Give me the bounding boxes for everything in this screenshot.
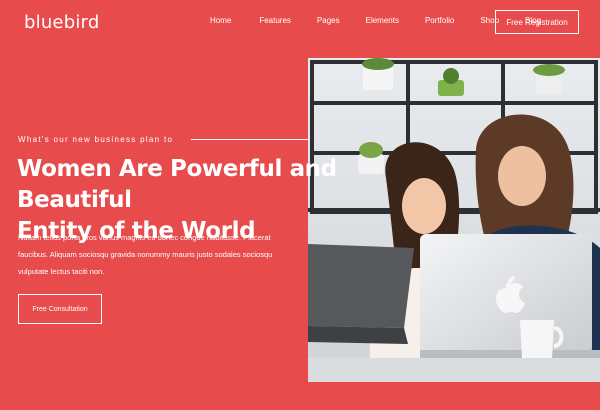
nav-item-portfolio[interactable]: Portfolio bbox=[425, 16, 454, 26]
hero-headline: Women Are Powerful and Beautiful Entity … bbox=[17, 154, 397, 247]
hero-description-line-2: faucibus. Aliquam sociosqu gravida nonum… bbox=[18, 250, 273, 259]
hero-description-line-3: vulputate lectus taciti non. bbox=[18, 267, 105, 276]
hero-eyebrow: What's our new business plan to bbox=[18, 135, 174, 144]
hero-headline-line-2: Entity of the World bbox=[17, 218, 256, 244]
nav-item-features[interactable]: Features bbox=[259, 16, 291, 26]
hero-headline-line-1: Women Are Powerful and Beautiful bbox=[17, 156, 337, 213]
nav-item-home[interactable]: Home bbox=[210, 16, 231, 26]
free-consultation-button[interactable]: Free Consultation bbox=[18, 294, 102, 324]
nav-item-pages[interactable]: Pages bbox=[317, 16, 340, 26]
free-registration-button[interactable]: Free Registration bbox=[495, 10, 579, 34]
nav-item-elements[interactable]: Elements bbox=[366, 16, 399, 26]
brand-logo[interactable]: bluebird bbox=[24, 12, 99, 33]
